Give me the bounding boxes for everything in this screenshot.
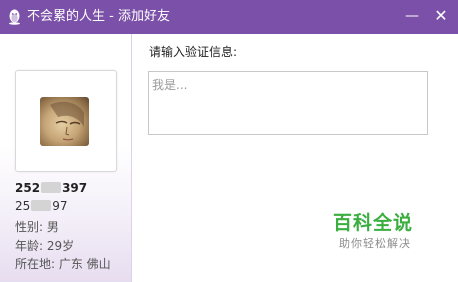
- avatar[interactable]: [40, 97, 89, 146]
- verification-message-input[interactable]: [148, 71, 428, 135]
- panel-divider: [131, 34, 132, 282]
- nickname-suffix: 97: [52, 199, 68, 213]
- profile-panel: 252 397 25 97 性别: 男 年龄: 29岁 所在地: 广东 佛山: [0, 34, 131, 282]
- title-bar[interactable]: 不会累的人生 - 添加好友 — ✕: [0, 0, 458, 34]
- user-id: 252 397: [15, 180, 87, 196]
- window-title: 不会累的人生 - 添加好友: [27, 9, 170, 24]
- watermark-title: 百科全说: [333, 212, 414, 234]
- nickname-prefix: 25: [15, 199, 31, 213]
- close-button[interactable]: ✕: [429, 5, 453, 27]
- redaction-mark: [41, 182, 62, 193]
- location-info: 所在地: 广东 佛山: [15, 257, 111, 271]
- avatar-frame: [15, 70, 117, 172]
- qq-penguin-icon: [9, 9, 20, 25]
- watermark-subtitle: 助你轻松解决: [339, 237, 411, 250]
- user-id-prefix: 252: [15, 181, 41, 195]
- user-nickname: 25 97: [15, 198, 68, 214]
- redaction-mark: [31, 200, 52, 211]
- minimize-button[interactable]: —: [400, 5, 424, 27]
- user-id-suffix: 397: [62, 181, 88, 195]
- verification-prompt: 请输入验证信息:: [149, 45, 238, 59]
- gender-info: 性别: 男: [15, 220, 59, 234]
- avatar-face-icon: [50, 101, 84, 141]
- age-info: 年龄: 29岁: [15, 239, 75, 253]
